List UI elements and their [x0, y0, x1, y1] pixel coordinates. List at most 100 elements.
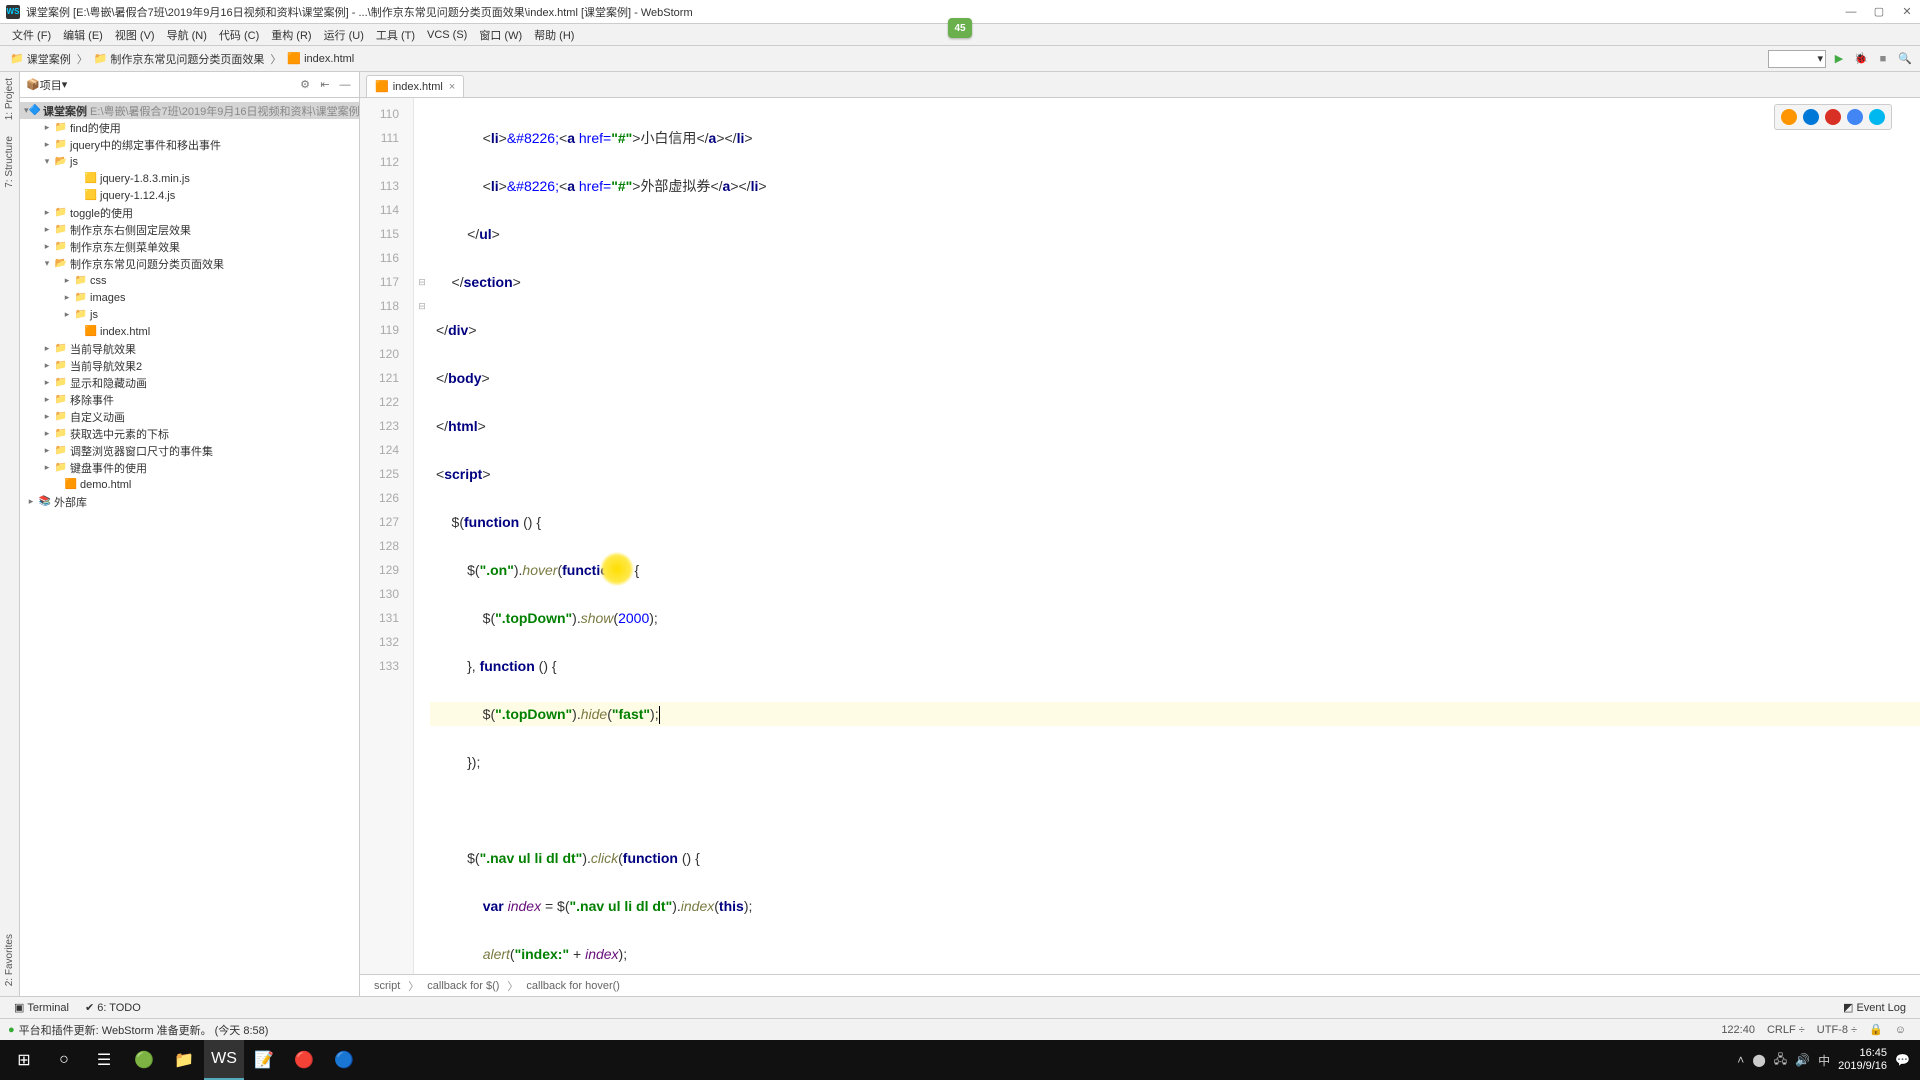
tree-folder[interactable]: ▸自定义动画 — [20, 408, 359, 425]
todo-tab[interactable]: ✔ 6: TODO — [77, 1001, 149, 1014]
editor-breadcrumb-item[interactable]: script — [370, 980, 404, 992]
firefox-icon[interactable] — [1781, 109, 1797, 125]
menu-refactor[interactable]: 重构 (R) — [265, 27, 317, 43]
app-taskbar-icon[interactable]: 🔵 — [324, 1040, 364, 1080]
eventlog-tab[interactable]: ◩ Event Log — [1835, 1001, 1914, 1014]
menu-vcs[interactable]: VCS (S) — [421, 29, 473, 41]
tree-folder[interactable]: ▸移除事件 — [20, 391, 359, 408]
menu-code[interactable]: 代码 (C) — [213, 27, 265, 43]
tree-file-js[interactable]: ▸jquery-1.8.3.min.js — [20, 170, 359, 187]
tree-file-html[interactable]: ▸demo.html — [20, 476, 359, 493]
code-area[interactable]: <li>&#8226;<a href="#">小白信用</a></li> <li… — [430, 98, 1920, 974]
stop-button[interactable]: ■ — [1874, 50, 1892, 68]
tree-folder-js[interactable]: ▾js — [20, 153, 359, 170]
side-tab-structure[interactable]: 7: Structure — [4, 136, 15, 188]
run-button[interactable]: ▶ — [1830, 50, 1848, 68]
editor-breadcrumb-item[interactable]: callback for hover() — [522, 980, 624, 992]
debug-button[interactable]: 🐞 — [1852, 50, 1870, 68]
lock-icon[interactable]: 🔒 — [1863, 1023, 1889, 1036]
maximize-button[interactable]: ▢ — [1872, 5, 1886, 19]
status-cursor-pos[interactable]: 122:40 — [1715, 1024, 1761, 1036]
tree-folder[interactable]: ▸显示和隐藏动画 — [20, 374, 359, 391]
code-editor[interactable]: 1101111121131141151161171181191201211221… — [360, 98, 1920, 974]
status-encoding[interactable]: UTF-8 ÷ — [1811, 1024, 1863, 1036]
tree-folder[interactable]: ▸find的使用 — [20, 119, 359, 136]
fold-icon[interactable]: ⊟ — [414, 270, 430, 294]
start-button[interactable]: ⊞ — [4, 1040, 44, 1080]
breadcrumb-bar: 课堂案例 〉 制作京东常见问题分类页面效果 〉 index.html ▾ ▶ 🐞… — [0, 46, 1920, 72]
tree-folder[interactable]: ▸js — [20, 306, 359, 323]
tree-folder[interactable]: ▸toggle的使用 — [20, 204, 359, 221]
tray-network-icon[interactable]: 🖧 — [1774, 1050, 1787, 1071]
tree-folder[interactable]: ▸调整浏览器窗口尺寸的事件集 — [20, 442, 359, 459]
tree-folder[interactable]: ▸制作京东左侧菜单效果 — [20, 238, 359, 255]
tray-ime-icon[interactable]: 中 — [1818, 1052, 1830, 1069]
tray-volume-icon[interactable]: 🔊 — [1795, 1053, 1810, 1067]
side-tab-favorites[interactable]: 2: Favorites — [4, 934, 15, 986]
close-tab-icon[interactable]: × — [449, 81, 455, 93]
menu-file[interactable]: 文件 (F) — [6, 27, 57, 43]
tree-folder[interactable]: ▸jquery中的绑定事件和移出事件 — [20, 136, 359, 153]
tray-security-icon[interactable]: ⬤ — [1752, 1053, 1765, 1067]
cortana-button[interactable]: ○ — [44, 1040, 84, 1080]
tree-folder[interactable]: ▸css — [20, 272, 359, 289]
line-number: 110 — [360, 102, 413, 126]
run-config-dropdown[interactable]: ▾ — [1768, 50, 1826, 68]
edge-icon[interactable] — [1803, 109, 1819, 125]
menu-tools[interactable]: 工具 (T) — [370, 27, 421, 43]
terminal-tab[interactable]: ▣ Terminal — [6, 1001, 77, 1014]
tree-file-html[interactable]: ▸index.html — [20, 323, 359, 340]
project-tree[interactable]: ▾课堂案例 E:\粤嵌\暑假合7班\2019年9月16日视频和资料\课堂案例 ▸… — [20, 98, 359, 996]
line-number: 125 — [360, 462, 413, 486]
notification-badge[interactable]: 45 — [948, 18, 972, 38]
tree-file-js[interactable]: ▸jquery-1.12.4.js — [20, 187, 359, 204]
breadcrumb-file[interactable]: index.html — [283, 52, 358, 65]
project-panel-title[interactable]: 📦 项目 ▾ — [26, 77, 67, 93]
line-number: 132 — [360, 630, 413, 654]
line-number: 129 — [360, 558, 413, 582]
menu-help[interactable]: 帮助 (H) — [528, 27, 580, 43]
tree-folder[interactable]: ▸当前导航效果 — [20, 340, 359, 357]
search-button[interactable]: 🔍 — [1896, 50, 1914, 68]
tree-folder[interactable]: ▸制作京东右侧固定层效果 — [20, 221, 359, 238]
status-line-ending[interactable]: CRLF ÷ — [1761, 1024, 1811, 1036]
menu-edit[interactable]: 编辑 (E) — [57, 27, 109, 43]
status-message[interactable]: ●平台和插件更新: WebStorm 准备更新。 (今天 8:58) — [8, 1022, 1715, 1038]
fold-icon[interactable]: ⊟ — [414, 294, 430, 318]
tray-chevron-icon[interactable]: ˄ — [1737, 1053, 1744, 1067]
tree-folder[interactable]: ▸当前导航效果2 — [20, 357, 359, 374]
notepad-taskbar-icon[interactable]: 📝 — [244, 1040, 284, 1080]
opera-icon[interactable] — [1825, 109, 1841, 125]
menu-run[interactable]: 运行 (U) — [318, 27, 370, 43]
explorer-taskbar-icon[interactable]: 📁 — [164, 1040, 204, 1080]
taskbar-clock[interactable]: 16:452019/9/16 — [1838, 1047, 1887, 1073]
tree-folder-open[interactable]: ▾制作京东常见问题分类页面效果 — [20, 255, 359, 272]
menu-navigate[interactable]: 导航 (N) — [161, 27, 213, 43]
minimize-button[interactable]: — — [1844, 5, 1858, 19]
edge-taskbar-icon[interactable]: 🟢 — [124, 1040, 164, 1080]
menu-window[interactable]: 窗口 (W) — [473, 27, 528, 43]
tree-folder[interactable]: ▸键盘事件的使用 — [20, 459, 359, 476]
ie-icon[interactable] — [1869, 109, 1885, 125]
taskview-button[interactable]: ☰ — [84, 1040, 124, 1080]
breadcrumb-folder[interactable]: 制作京东常见问题分类页面效果 — [90, 51, 269, 67]
notifications-icon[interactable]: 💬 — [1895, 1053, 1910, 1067]
tree-external-libs[interactable]: ▸外部库 — [20, 493, 359, 510]
tree-label: 当前导航效果2 — [70, 358, 142, 374]
chrome-icon[interactable] — [1847, 109, 1863, 125]
inspector-icon[interactable]: ☺ — [1889, 1024, 1912, 1036]
side-tab-project[interactable]: 1: Project — [4, 78, 15, 120]
project-settings-icon[interactable]: ⚙ — [297, 77, 313, 93]
project-hide-icon[interactable]: — — [337, 77, 353, 93]
project-collapse-icon[interactable]: ⇤ — [317, 77, 333, 93]
tree-root[interactable]: ▾课堂案例 E:\粤嵌\暑假合7班\2019年9月16日视频和资料\课堂案例 — [20, 102, 359, 119]
tree-folder[interactable]: ▸images — [20, 289, 359, 306]
editor-tab[interactable]: index.html× — [366, 75, 464, 97]
webstorm-taskbar-icon[interactable]: WS — [204, 1040, 244, 1080]
tree-folder[interactable]: ▸获取选中元素的下标 — [20, 425, 359, 442]
menu-view[interactable]: 视图 (V) — [109, 27, 161, 43]
breadcrumb-root[interactable]: 课堂案例 — [6, 51, 75, 67]
editor-breadcrumb-item[interactable]: callback for $() — [423, 980, 503, 992]
close-button[interactable]: ✕ — [1900, 5, 1914, 19]
chrome-taskbar-icon[interactable]: 🔴 — [284, 1040, 324, 1080]
